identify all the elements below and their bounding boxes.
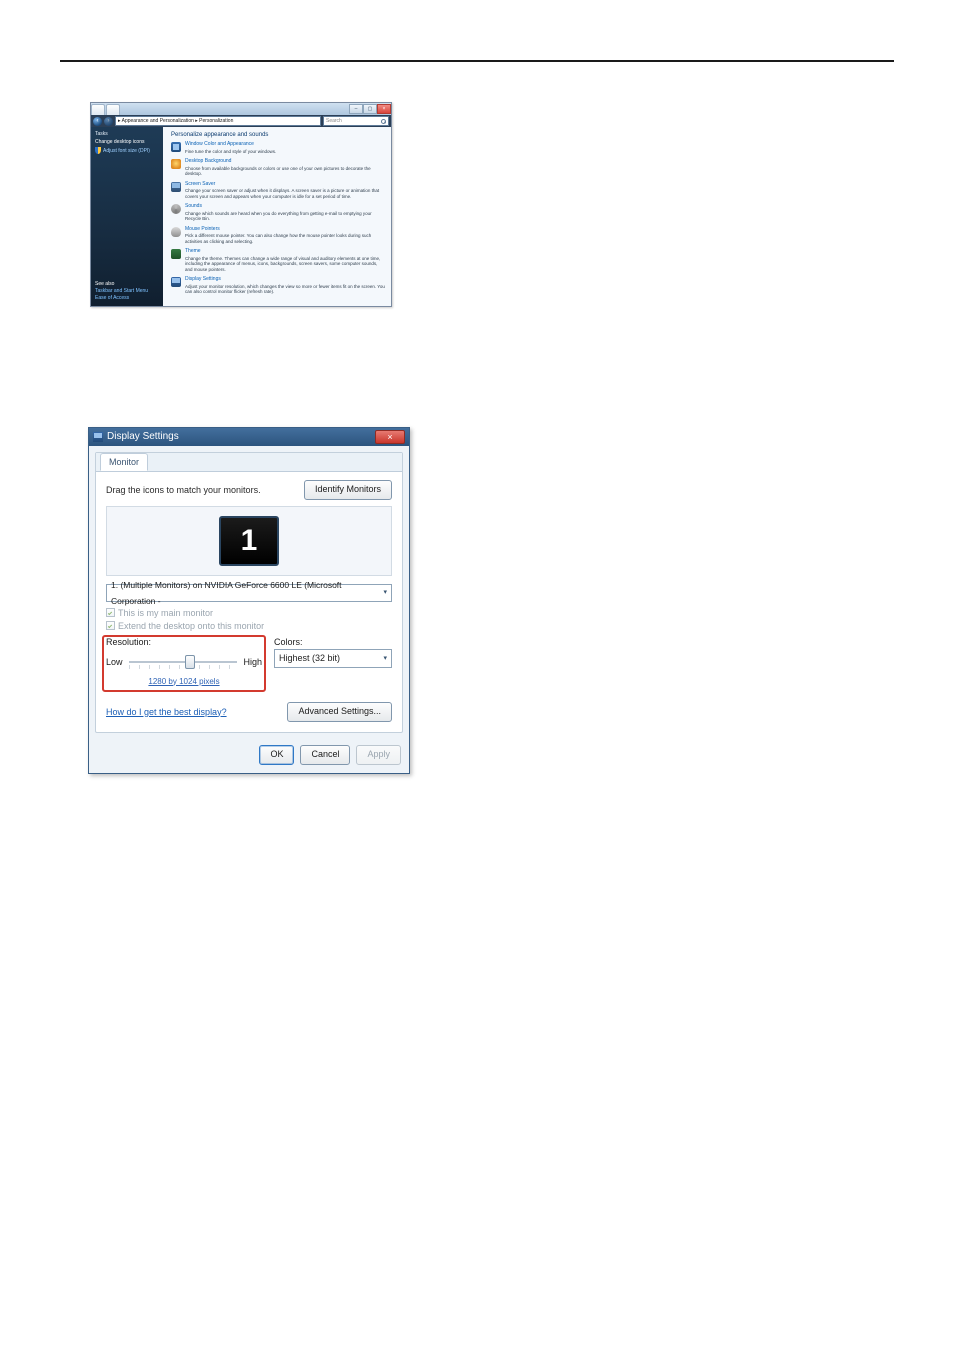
search-input[interactable]: Search xyxy=(323,116,389,126)
drag-instruction: Drag the icons to match your monitors. xyxy=(106,485,261,495)
display-select[interactable]: 1. (Multiple Monitors) on NVIDIA GeForce… xyxy=(106,584,392,602)
main-monitor-checkbox-row: This is my main monitor xyxy=(106,608,392,618)
slider-thumb[interactable] xyxy=(185,655,195,669)
monitor-arrangement[interactable]: 1 xyxy=(106,506,392,576)
desc-desktop-bg: Choose from available backgrounds or col… xyxy=(185,166,371,177)
sidebar-seealso-2[interactable]: Ease of Access xyxy=(95,295,159,301)
window-controls: – ▢ × xyxy=(349,104,391,114)
link-screensaver[interactable]: Screen Saver xyxy=(185,182,385,188)
link-window-color[interactable]: Window Color and Appearance xyxy=(185,142,276,148)
monitor-1[interactable]: 1 xyxy=(219,516,279,566)
mouse-icon xyxy=(171,227,181,237)
dialog-close-button[interactable]: × xyxy=(375,430,405,444)
cancel-button[interactable]: Cancel xyxy=(300,745,350,765)
shield-icon xyxy=(95,147,101,154)
desc-display-settings: Adjust your monitor resolution, which ch… xyxy=(185,284,385,295)
extend-desktop-checkbox[interactable] xyxy=(106,621,115,630)
dialog-title: Display Settings xyxy=(107,431,179,442)
chevron-down-icon: ▾ xyxy=(383,585,387,601)
dialog-button-row: OK Cancel Apply xyxy=(89,739,409,773)
nav-forward-button[interactable]: › xyxy=(104,117,113,126)
main-panel: Personalize appearance and sounds Window… xyxy=(163,127,391,306)
desc-theme: Change the theme. Themes can change a wi… xyxy=(185,256,380,272)
nav-back-button[interactable]: ‹ xyxy=(93,117,102,126)
page-top-rule xyxy=(60,60,894,62)
resolution-label: Resolution: xyxy=(106,637,262,647)
search-placeholder: Search xyxy=(326,117,342,125)
tab-strip: Monitor xyxy=(96,453,402,471)
sidebar-item-adjust-font[interactable]: Adjust font size (DPI) xyxy=(95,147,159,154)
chevron-down-icon: ▾ xyxy=(383,650,387,667)
display-settings-icon xyxy=(171,277,181,287)
resolution-readout: 1280 by 1024 pixels xyxy=(106,677,262,686)
main-monitor-label: This is my main monitor xyxy=(118,608,213,618)
screensaver-icon xyxy=(171,182,181,192)
window-titlebar: – ▢ × xyxy=(91,103,391,115)
resolution-slider[interactable]: Low High xyxy=(106,649,262,675)
desc-screensaver: Change your screen saver or adjust when … xyxy=(185,188,379,199)
link-mouse[interactable]: Mouse Pointers xyxy=(185,227,385,233)
dialog-titlebar: Display Settings × xyxy=(89,428,409,446)
sidebar-seealso-heading: See also xyxy=(95,281,159,287)
link-display-settings[interactable]: Display Settings xyxy=(185,277,385,283)
titlebar-tab-1 xyxy=(91,104,105,115)
theme-icon xyxy=(171,249,181,259)
breadcrumb-path[interactable]: ▸ Appearance and Personalization ▸ Perso… xyxy=(115,116,321,126)
advanced-settings-button[interactable]: Advanced Settings... xyxy=(287,702,392,722)
sidebar-seealso-1[interactable]: Taskbar and Start Menu xyxy=(95,288,159,294)
personalization-window: – ▢ × ‹ › ▸ Appearance and Personalizati… xyxy=(90,102,392,307)
minimize-button[interactable]: – xyxy=(349,104,363,114)
link-sounds[interactable]: Sounds xyxy=(185,204,385,210)
address-bar: ‹ › ▸ Appearance and Personalization ▸ P… xyxy=(91,115,391,127)
extend-desktop-checkbox-row: Extend the desktop onto this monitor xyxy=(106,621,392,631)
help-best-display-link[interactable]: How do I get the best display? xyxy=(106,707,227,717)
sidebar-heading: Tasks xyxy=(95,131,159,137)
link-desktop-bg[interactable]: Desktop Background xyxy=(185,159,385,165)
desktop-bg-icon xyxy=(171,159,181,169)
apply-button[interactable]: Apply xyxy=(356,745,401,765)
titlebar-tab-2 xyxy=(106,104,120,115)
page-title: Personalize appearance and sounds xyxy=(171,132,385,138)
display-icon xyxy=(93,432,103,442)
desc-mouse: Pick a different mouse pointer. You can … xyxy=(185,233,371,244)
colors-label: Colors: xyxy=(274,637,392,647)
desc-window-color: Fine tune the color and style of your wi… xyxy=(185,149,276,154)
colors-select-value: Highest (32 bit) xyxy=(279,650,340,667)
tab-monitor[interactable]: Monitor xyxy=(100,453,148,471)
sounds-icon xyxy=(171,204,181,214)
window-color-icon xyxy=(171,142,181,152)
desc-sounds: Change which sounds are heard when you d… xyxy=(185,211,372,222)
sidebar-item-change-icons[interactable]: Change desktop icons xyxy=(95,139,159,145)
sidebar: Tasks Change desktop icons Adjust font s… xyxy=(91,127,163,306)
slider-high: High xyxy=(243,657,262,667)
ok-button[interactable]: OK xyxy=(259,745,294,765)
close-button[interactable]: × xyxy=(377,104,391,114)
extend-desktop-label: Extend the desktop onto this monitor xyxy=(118,621,264,631)
main-monitor-checkbox[interactable] xyxy=(106,608,115,617)
colors-select[interactable]: Highest (32 bit) ▾ xyxy=(274,649,392,668)
display-settings-dialog: Display Settings × Monitor Drag the icon… xyxy=(88,427,410,774)
display-select-value: 1. (Multiple Monitors) on NVIDIA GeForce… xyxy=(111,577,383,609)
maximize-button[interactable]: ▢ xyxy=(363,104,377,114)
slider-low: Low xyxy=(106,657,123,667)
identify-monitors-button[interactable]: Identify Monitors xyxy=(304,480,392,500)
search-icon xyxy=(381,119,386,124)
link-theme[interactable]: Theme xyxy=(185,249,385,255)
